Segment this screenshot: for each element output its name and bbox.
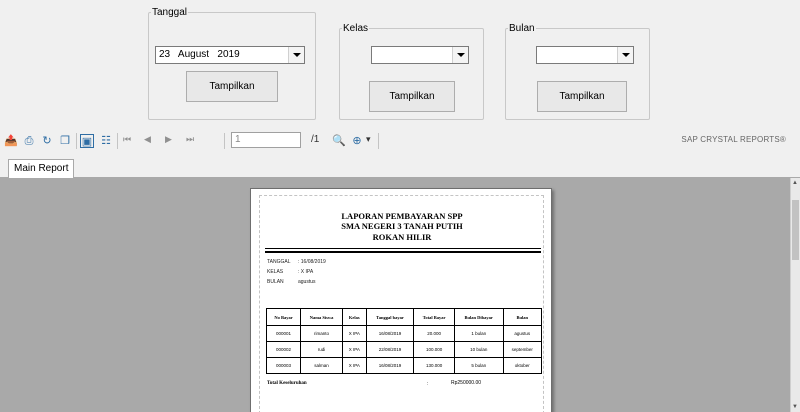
table-cell: 10 bulan	[453, 341, 504, 358]
toolbar-separator	[224, 133, 225, 149]
table-cell: salman	[300, 357, 343, 374]
report-toolbar: 📤 ⎙ ↻ ❐ ▣ ☷ ⏮ ◀ ▶ ⏭ 1 /1 🔍 ⊕ ▾ SAP CRYST…	[0, 128, 800, 154]
table-cell: 16/08/2019	[365, 357, 415, 374]
refresh-icon[interactable]: ↻	[40, 134, 54, 148]
vertical-scrollbar[interactable]: ▲ ▼	[790, 178, 800, 412]
tanggal-day: 23	[159, 49, 171, 60]
tab-main-report[interactable]: Main Report	[8, 159, 75, 178]
table-cell: X IPA	[341, 325, 367, 342]
tanggal-month: August	[177, 49, 210, 60]
bulan-select[interactable]	[536, 46, 634, 64]
table-cell: 20.000	[413, 325, 455, 342]
info-label: BULAN	[267, 279, 284, 285]
report-title-line1: LAPORAN PEMBAYARAN SPP	[341, 211, 463, 221]
first-page-icon[interactable]: ⏮	[123, 134, 131, 145]
report-tabbar: Main Report	[0, 156, 800, 178]
column-header: Nama Siswa	[300, 308, 343, 326]
chevron-down-icon[interactable]	[452, 47, 468, 63]
copy-icon[interactable]: ❐	[58, 134, 72, 148]
kelas-select[interactable]	[371, 46, 469, 64]
table-cell: agustus	[502, 325, 543, 342]
total-label: Total Keseluruhan	[267, 381, 307, 386]
chevron-down-icon[interactable]: ▾	[366, 134, 371, 145]
column-header: Bulan	[502, 308, 543, 326]
table-row: 000002 rudi X IPA 22/08/2019 100.000 10 …	[265, 341, 543, 358]
table-cell: september	[502, 341, 543, 358]
bulan-legend: Bulan	[509, 23, 535, 34]
zoom-icon[interactable]: ⊕	[350, 134, 364, 148]
tanggal-tampilkan-button[interactable]: Tampilkan	[186, 71, 278, 102]
column-header: Kelas	[341, 308, 367, 326]
table-cell: rudi	[300, 341, 343, 358]
toolbar-separator	[76, 133, 77, 149]
tanggal-year: 2019	[217, 49, 240, 60]
info-value: : X IPA	[298, 269, 314, 275]
crystal-reports-brand: SAP CRYSTAL REPORTS®	[681, 135, 786, 144]
table-row: 000003 salman X IPA 16/08/2019 130.000 5…	[265, 357, 543, 374]
title-rule	[265, 248, 541, 249]
table-cell: 16/08/2019	[365, 325, 415, 342]
info-kelas: KELAS : X IPA	[267, 269, 313, 275]
info-tanggal: TANGGAL : 16/08/2019	[267, 259, 326, 265]
chevron-down-icon[interactable]	[617, 47, 633, 63]
bulan-tampilkan-button[interactable]: Tampilkan	[537, 81, 627, 112]
info-value: agustus	[298, 279, 316, 285]
table-cell: X IPA	[341, 341, 367, 358]
report-title-line3: ROKAN HILIR	[372, 232, 432, 242]
total-value: Rp250000.00	[451, 380, 482, 386]
toggle-group-tree-icon[interactable]: ▣	[80, 134, 94, 148]
kelas-tampilkan-button[interactable]: Tampilkan	[369, 81, 455, 112]
column-header: Tanggal bayar	[365, 308, 415, 326]
table-cell: 1 bulan	[453, 325, 504, 342]
report-preview-area: LAPORAN PEMBAYARAN SPP SMA NEGERI 3 TANA…	[0, 178, 790, 412]
table-cell: 000001	[265, 325, 302, 342]
scroll-down-icon[interactable]: ▼	[792, 404, 798, 410]
page-number-input[interactable]: 1	[231, 132, 301, 148]
payment-table: No Bayar Nama Siswa Kelas Tanggal bayar …	[265, 308, 543, 374]
chevron-down-icon[interactable]	[288, 47, 304, 63]
next-page-icon[interactable]: ▶	[165, 134, 172, 145]
previous-page-icon[interactable]: ◀	[144, 134, 151, 145]
page-total: /1	[311, 134, 320, 145]
info-label: TANGGAL	[267, 259, 291, 265]
info-label: KELAS	[267, 269, 284, 275]
report-title-line2: SMA NEGERI 3 TANAH PUTIH	[341, 221, 463, 231]
title-rule-thick	[265, 251, 541, 253]
table-cell: 100.000	[413, 341, 455, 358]
total-separator: :	[427, 381, 429, 387]
table-row: 000001 rimanto X IPA 16/08/2019 20.000 1…	[265, 325, 543, 342]
table-cell: 5 bulan	[453, 357, 504, 374]
column-header: No Bayar	[265, 308, 302, 326]
kelas-legend: Kelas	[343, 23, 369, 34]
table-cell: 22/08/2019	[365, 341, 415, 358]
table-cell: oktober	[502, 357, 543, 374]
last-page-icon[interactable]: ⏭	[186, 134, 194, 145]
toolbar-separator	[117, 133, 118, 149]
column-header: Bulan Dibayar	[453, 308, 504, 326]
print-icon[interactable]: ⎙	[22, 134, 36, 148]
group-tree-icon[interactable]: ☷	[99, 134, 113, 148]
info-value: : 16/08/2019	[298, 259, 326, 265]
table-cell: rimanto	[300, 325, 343, 342]
filter-panel: Tanggal 23 August 2019 Tampilkan Kelas T…	[0, 0, 800, 124]
table-cell: 000003	[265, 357, 302, 374]
table-cell: X IPA	[341, 357, 367, 374]
info-bulan: BULAN agustus	[267, 279, 316, 285]
tanggal-legend: Tanggal	[152, 7, 188, 18]
export-icon[interactable]: 📤	[4, 134, 18, 148]
scrollbar-thumb[interactable]	[792, 200, 799, 260]
column-header: Total Bayar	[413, 308, 455, 326]
toolbar-separator	[378, 133, 379, 149]
find-icon[interactable]: 🔍	[332, 134, 346, 148]
tanggal-date-picker[interactable]: 23 August 2019	[155, 46, 305, 64]
table-header-row: No Bayar Nama Siswa Kelas Tanggal bayar …	[265, 308, 543, 326]
scroll-up-icon[interactable]: ▲	[792, 180, 798, 186]
table-cell: 130.000	[413, 357, 455, 374]
report-page: LAPORAN PEMBAYARAN SPP SMA NEGERI 3 TANA…	[250, 188, 552, 412]
table-cell: 000002	[265, 341, 302, 358]
